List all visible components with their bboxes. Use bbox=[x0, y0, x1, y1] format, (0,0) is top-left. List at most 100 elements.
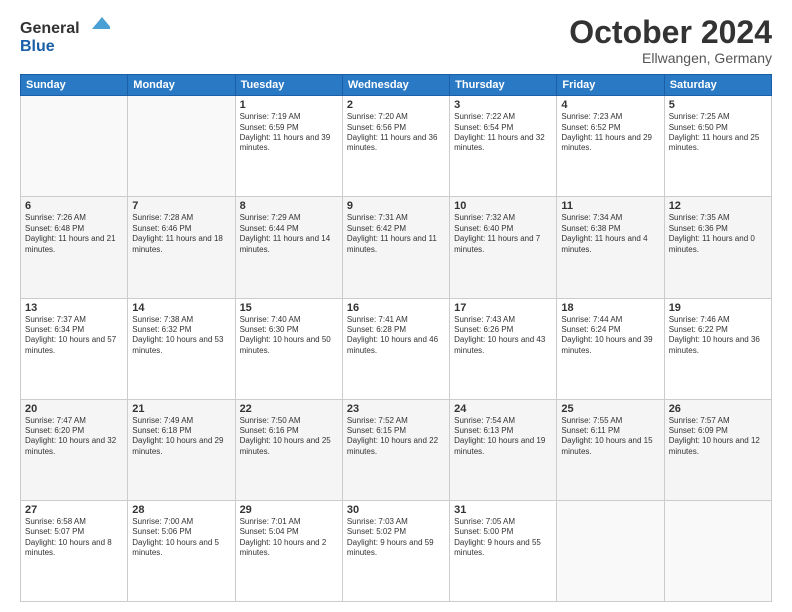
day-number: 16 bbox=[347, 302, 445, 314]
day-info: Daylight: 11 hours and 11 minutes. bbox=[347, 234, 445, 255]
table-row: 24Sunrise: 7:54 AMSunset: 6:13 PMDayligh… bbox=[450, 399, 557, 500]
day-info: Daylight: 9 hours and 55 minutes. bbox=[454, 538, 552, 559]
day-number: 18 bbox=[561, 302, 659, 314]
day-info: Sunset: 5:06 PM bbox=[132, 527, 230, 537]
day-info: Daylight: 10 hours and 2 minutes. bbox=[240, 538, 338, 559]
table-row: 4Sunrise: 7:23 AMSunset: 6:52 PMDaylight… bbox=[557, 96, 664, 197]
day-number: 10 bbox=[454, 200, 552, 212]
day-info: Daylight: 10 hours and 36 minutes. bbox=[669, 335, 767, 356]
day-number: 17 bbox=[454, 302, 552, 314]
day-info: Sunset: 6:15 PM bbox=[347, 426, 445, 436]
table-row bbox=[21, 96, 128, 197]
day-info: Sunrise: 7:44 AM bbox=[561, 315, 659, 325]
day-info: Sunset: 5:00 PM bbox=[454, 527, 552, 537]
day-info: Sunrise: 7:26 AM bbox=[25, 213, 123, 223]
day-info: Daylight: 11 hours and 14 minutes. bbox=[240, 234, 338, 255]
day-number: 20 bbox=[25, 403, 123, 415]
day-info: Sunrise: 7:01 AM bbox=[240, 517, 338, 527]
calendar-week-row: 13Sunrise: 7:37 AMSunset: 6:34 PMDayligh… bbox=[21, 298, 772, 399]
day-number: 13 bbox=[25, 302, 123, 314]
day-info: Sunrise: 7:34 AM bbox=[561, 213, 659, 223]
day-info: Sunrise: 7:46 AM bbox=[669, 315, 767, 325]
table-row: 22Sunrise: 7:50 AMSunset: 6:16 PMDayligh… bbox=[235, 399, 342, 500]
page: General Blue October 2024 Ellwangen, Ger… bbox=[0, 0, 792, 612]
table-row: 16Sunrise: 7:41 AMSunset: 6:28 PMDayligh… bbox=[342, 298, 449, 399]
day-info: Sunset: 6:42 PM bbox=[347, 224, 445, 234]
day-info: Sunset: 6:30 PM bbox=[240, 325, 338, 335]
svg-text:General: General bbox=[20, 20, 80, 37]
day-info: Sunset: 6:18 PM bbox=[132, 426, 230, 436]
day-info: Daylight: 10 hours and 32 minutes. bbox=[25, 436, 123, 457]
day-info: Sunset: 6:56 PM bbox=[347, 123, 445, 133]
table-row: 15Sunrise: 7:40 AMSunset: 6:30 PMDayligh… bbox=[235, 298, 342, 399]
day-number: 29 bbox=[240, 504, 338, 516]
day-info: Daylight: 10 hours and 22 minutes. bbox=[347, 436, 445, 457]
day-info: Sunrise: 7:29 AM bbox=[240, 213, 338, 223]
day-info: Daylight: 10 hours and 57 minutes. bbox=[25, 335, 123, 356]
calendar-week-row: 1Sunrise: 7:19 AMSunset: 6:59 PMDaylight… bbox=[21, 96, 772, 197]
day-info: Sunset: 6:46 PM bbox=[132, 224, 230, 234]
day-info: Sunrise: 7:50 AM bbox=[240, 416, 338, 426]
day-info: Sunrise: 7:54 AM bbox=[454, 416, 552, 426]
day-info: Daylight: 10 hours and 12 minutes. bbox=[669, 436, 767, 457]
table-row: 23Sunrise: 7:52 AMSunset: 6:15 PMDayligh… bbox=[342, 399, 449, 500]
table-row bbox=[557, 500, 664, 601]
calendar-week-row: 6Sunrise: 7:26 AMSunset: 6:48 PMDaylight… bbox=[21, 197, 772, 298]
day-info: Daylight: 9 hours and 59 minutes. bbox=[347, 538, 445, 559]
table-row: 7Sunrise: 7:28 AMSunset: 6:46 PMDaylight… bbox=[128, 197, 235, 298]
table-row: 11Sunrise: 7:34 AMSunset: 6:38 PMDayligh… bbox=[557, 197, 664, 298]
svg-text:Blue: Blue bbox=[20, 38, 55, 55]
calendar-header-row: Sunday Monday Tuesday Wednesday Thursday… bbox=[21, 75, 772, 96]
day-info: Sunset: 6:54 PM bbox=[454, 123, 552, 133]
day-info: Sunset: 6:16 PM bbox=[240, 426, 338, 436]
table-row: 3Sunrise: 7:22 AMSunset: 6:54 PMDaylight… bbox=[450, 96, 557, 197]
day-number: 11 bbox=[561, 200, 659, 212]
day-info: Daylight: 11 hours and 4 minutes. bbox=[561, 234, 659, 255]
day-info: Sunset: 6:48 PM bbox=[25, 224, 123, 234]
day-info: Daylight: 11 hours and 25 minutes. bbox=[669, 133, 767, 154]
day-info: Sunset: 5:07 PM bbox=[25, 527, 123, 537]
day-info: Daylight: 11 hours and 36 minutes. bbox=[347, 133, 445, 154]
day-number: 5 bbox=[669, 99, 767, 111]
day-info: Sunrise: 7:37 AM bbox=[25, 315, 123, 325]
day-number: 28 bbox=[132, 504, 230, 516]
day-info: Sunrise: 7:05 AM bbox=[454, 517, 552, 527]
table-row: 28Sunrise: 7:00 AMSunset: 5:06 PMDayligh… bbox=[128, 500, 235, 601]
day-info: Daylight: 10 hours and 53 minutes. bbox=[132, 335, 230, 356]
day-info: Sunset: 6:59 PM bbox=[240, 123, 338, 133]
day-info: Sunset: 6:22 PM bbox=[669, 325, 767, 335]
table-row bbox=[664, 500, 771, 601]
table-row: 29Sunrise: 7:01 AMSunset: 5:04 PMDayligh… bbox=[235, 500, 342, 601]
table-row: 21Sunrise: 7:49 AMSunset: 6:18 PMDayligh… bbox=[128, 399, 235, 500]
day-info: Sunset: 6:24 PM bbox=[561, 325, 659, 335]
table-row: 19Sunrise: 7:46 AMSunset: 6:22 PMDayligh… bbox=[664, 298, 771, 399]
day-info: Sunset: 6:36 PM bbox=[669, 224, 767, 234]
day-info: Daylight: 11 hours and 21 minutes. bbox=[25, 234, 123, 255]
calendar-week-row: 20Sunrise: 7:47 AMSunset: 6:20 PMDayligh… bbox=[21, 399, 772, 500]
location: Ellwangen, Germany bbox=[569, 50, 772, 66]
day-number: 30 bbox=[347, 504, 445, 516]
day-info: Sunrise: 7:47 AM bbox=[25, 416, 123, 426]
day-info: Sunrise: 7:03 AM bbox=[347, 517, 445, 527]
table-row: 26Sunrise: 7:57 AMSunset: 6:09 PMDayligh… bbox=[664, 399, 771, 500]
day-info: Sunrise: 7:22 AM bbox=[454, 112, 552, 122]
col-thursday: Thursday bbox=[450, 75, 557, 96]
day-info: Daylight: 10 hours and 39 minutes. bbox=[561, 335, 659, 356]
day-number: 3 bbox=[454, 99, 552, 111]
day-number: 4 bbox=[561, 99, 659, 111]
day-number: 1 bbox=[240, 99, 338, 111]
day-info: Sunrise: 7:57 AM bbox=[669, 416, 767, 426]
calendar-table: Sunday Monday Tuesday Wednesday Thursday… bbox=[20, 74, 772, 602]
day-info: Sunset: 6:28 PM bbox=[347, 325, 445, 335]
day-info: Daylight: 10 hours and 43 minutes. bbox=[454, 335, 552, 356]
day-info: Sunset: 5:04 PM bbox=[240, 527, 338, 537]
day-number: 6 bbox=[25, 200, 123, 212]
table-row: 31Sunrise: 7:05 AMSunset: 5:00 PMDayligh… bbox=[450, 500, 557, 601]
day-info: Daylight: 10 hours and 15 minutes. bbox=[561, 436, 659, 457]
day-info: Sunset: 6:44 PM bbox=[240, 224, 338, 234]
table-row: 13Sunrise: 7:37 AMSunset: 6:34 PMDayligh… bbox=[21, 298, 128, 399]
col-sunday: Sunday bbox=[21, 75, 128, 96]
day-info: Sunrise: 7:00 AM bbox=[132, 517, 230, 527]
day-number: 19 bbox=[669, 302, 767, 314]
day-info: Sunset: 6:34 PM bbox=[25, 325, 123, 335]
